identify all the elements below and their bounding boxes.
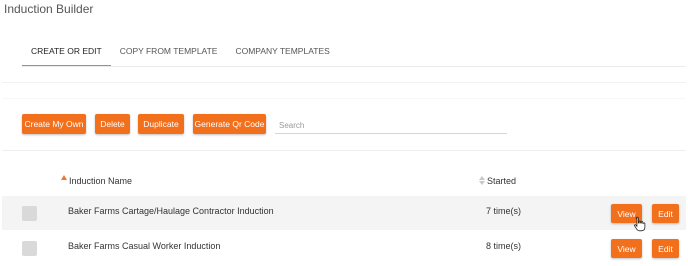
divider [2, 150, 686, 151]
row-checkbox[interactable] [22, 241, 37, 256]
edit-button[interactable]: Edit [652, 239, 679, 258]
started-count: 8 time(s) [486, 241, 522, 251]
sort-ascending-icon[interactable] [61, 175, 67, 180]
duplicate-button[interactable]: Duplicate [138, 114, 184, 134]
table-row: Baker Farms Casual Worker Induction 8 ti… [2, 231, 686, 265]
search-input[interactable] [275, 117, 507, 134]
table-row: Baker Farms Cartage/Haulage Contractor I… [2, 196, 686, 230]
started-count: 7 time(s) [486, 206, 522, 216]
sort-icon[interactable] [479, 176, 485, 186]
induction-name: Baker Farms Casual Worker Induction [68, 241, 221, 251]
page-title: Induction Builder [4, 2, 94, 16]
tab-copy-from-template[interactable]: COPY FROM TEMPLATE [111, 36, 227, 67]
hand-pointer-cursor-icon [634, 216, 646, 232]
tab-create-or-edit[interactable]: CREATE OR EDIT [22, 36, 111, 67]
edit-button[interactable]: Edit [652, 204, 679, 223]
tab-divider [22, 66, 686, 67]
induction-name: Baker Farms Cartage/Haulage Contractor I… [68, 206, 274, 216]
column-header-induction-name[interactable]: Induction Name [69, 176, 132, 186]
create-my-own-button[interactable]: Create My Own [22, 114, 86, 134]
divider [2, 98, 686, 99]
tab-bar: CREATE OR EDIT COPY FROM TEMPLATE COMPAN… [22, 36, 339, 67]
row-checkbox[interactable] [22, 206, 37, 221]
divider [2, 82, 686, 83]
tab-company-templates[interactable]: COMPANY TEMPLATES [226, 36, 338, 67]
generate-qr-code-button[interactable]: Generate Qr Code [193, 114, 266, 134]
view-button[interactable]: View [611, 239, 642, 258]
column-header-started[interactable]: Started [487, 176, 516, 186]
delete-button[interactable]: Delete [95, 114, 130, 134]
